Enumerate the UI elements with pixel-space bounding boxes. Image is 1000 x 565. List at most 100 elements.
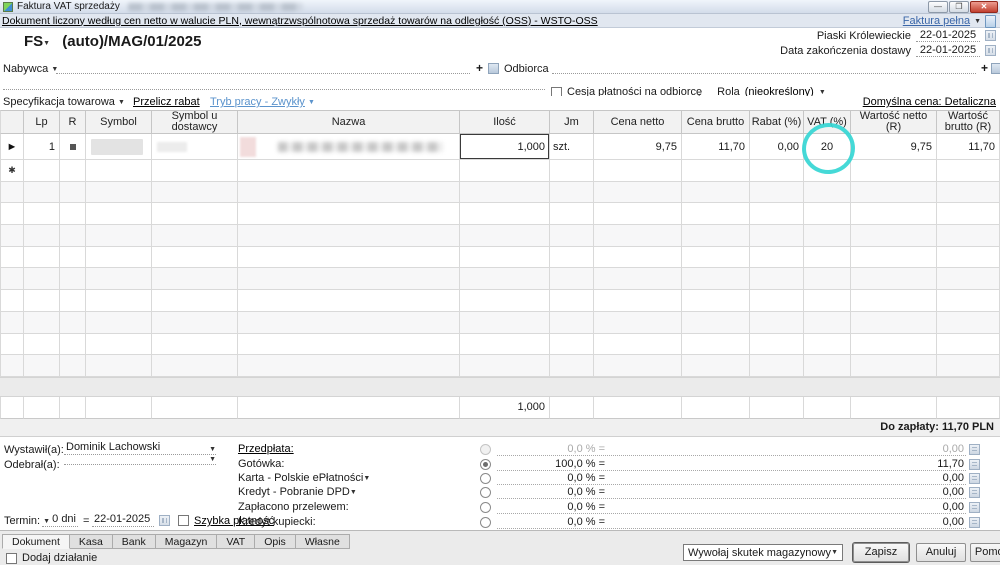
tab-bank[interactable]: Bank: [113, 534, 156, 549]
cell-qty[interactable]: 1,000: [460, 134, 550, 160]
receiver-field[interactable]: [552, 62, 976, 74]
cod-amount[interactable]: 0,00: [943, 486, 966, 498]
empty-row[interactable]: [0, 312, 1000, 334]
empty-row[interactable]: [0, 225, 1000, 247]
cell-supplier-symbol[interactable]: [152, 134, 238, 160]
transfer-radio[interactable]: [480, 502, 491, 513]
issued-by-dropdown-icon[interactable]: ▼: [209, 446, 216, 454]
received-by-dropdown-icon[interactable]: ▼: [209, 456, 216, 464]
add-buyer-button[interactable]: +: [476, 61, 483, 75]
add-action-checkbox[interactable]: [6, 553, 17, 564]
tab-dokument[interactable]: Dokument: [2, 534, 70, 549]
tab-magazyn[interactable]: Magazyn: [156, 534, 218, 549]
empty-row[interactable]: [0, 182, 1000, 204]
contacts-icon[interactable]: [991, 63, 1000, 74]
cell-gross-price[interactable]: 11,70: [682, 134, 750, 160]
save-button[interactable]: Zapisz: [853, 543, 909, 562]
default-price-link[interactable]: Domyślna cena: Detaliczna: [863, 96, 996, 108]
restore-button[interactable]: ❐: [949, 1, 969, 13]
add-receiver-button[interactable]: +: [981, 61, 988, 75]
empty-row[interactable]: [0, 290, 1000, 312]
tab-opis[interactable]: Opis: [255, 534, 296, 549]
card-percent[interactable]: 0,0 % =: [497, 472, 605, 484]
card-radio[interactable]: [480, 473, 491, 484]
warehouse-effect-select[interactable]: Wywołaj skutek magazynowy ▼: [683, 544, 843, 561]
calendar-icon[interactable]: [159, 515, 170, 526]
work-mode-link[interactable]: Tryb pracy - Zwykły: [210, 96, 305, 108]
empty-row[interactable]: [0, 334, 1000, 356]
empty-row[interactable]: [0, 247, 1000, 269]
cell-unit[interactable]: szt.: [550, 134, 594, 160]
role-dropdown-icon[interactable]: ▼: [819, 89, 826, 96]
issue-date-field[interactable]: 22-01-2025: [916, 29, 980, 42]
cell-discount[interactable]: 0,00: [750, 134, 804, 160]
term-label[interactable]: Termin:: [4, 515, 40, 527]
chevron-down-icon[interactable]: ▼: [974, 18, 981, 25]
calendar-icon[interactable]: [985, 45, 996, 56]
cod-percent[interactable]: 0,0 % =: [497, 486, 605, 498]
term-days-field[interactable]: 0 dni: [42, 513, 78, 527]
tab-wlasne[interactable]: Własne: [296, 534, 350, 549]
cod-dropdown-icon[interactable]: ▼: [350, 489, 357, 496]
card-amount[interactable]: 0,00: [943, 472, 966, 484]
cell-net-value[interactable]: 9,75: [851, 134, 937, 160]
calculator-icon[interactable]: [969, 517, 980, 528]
specification-dropdown-icon[interactable]: ▼: [118, 99, 125, 106]
cell-gross-value[interactable]: 11,70: [937, 134, 1000, 160]
calculator-icon[interactable]: [969, 502, 980, 513]
cell-reservation[interactable]: [60, 134, 86, 160]
empty-row[interactable]: [0, 355, 1000, 377]
credit-percent[interactable]: 0,0 % =: [497, 516, 605, 528]
delivery-end-date-field[interactable]: 22-01-2025: [916, 44, 980, 57]
prepayment-radio[interactable]: [480, 444, 491, 455]
info-bar: Dokument liczony według cen netto w walu…: [0, 14, 1000, 28]
specification-menu[interactable]: Specyfikacja towarowa: [3, 96, 115, 108]
tab-vat[interactable]: VAT: [217, 534, 255, 549]
help-button[interactable]: Pomoc: [970, 543, 1000, 562]
prepayment-amount[interactable]: 0,00: [943, 443, 966, 455]
cell-lp[interactable]: 1: [24, 134, 60, 160]
buyer-label[interactable]: Nabywca: [3, 63, 48, 75]
cell-symbol[interactable]: [86, 134, 152, 160]
cash-radio[interactable]: [480, 459, 491, 470]
calculator-icon[interactable]: [969, 459, 980, 470]
transfer-percent[interactable]: 0,0 % =: [497, 501, 605, 513]
empty-row[interactable]: [0, 203, 1000, 225]
calculator-icon[interactable]: [969, 473, 980, 484]
cell-net-price[interactable]: 9,75: [594, 134, 682, 160]
term-date-field[interactable]: 22-01-2025: [92, 513, 154, 527]
cod-radio[interactable]: [480, 487, 491, 498]
fast-payment-checkbox[interactable]: [178, 515, 189, 526]
doc-type-dropdown-icon[interactable]: ▼: [43, 40, 50, 47]
credit-amount[interactable]: 0,00: [943, 516, 966, 528]
received-by-combo[interactable]: ▼: [64, 456, 216, 465]
work-mode-dropdown-icon[interactable]: ▼: [308, 99, 315, 106]
recalc-discount-link[interactable]: Przelicz rabat: [133, 96, 200, 108]
payment-row-prepayment: Przedpłata: 0,0 % = 0,00: [238, 442, 980, 456]
cancel-button[interactable]: Anuluj: [916, 543, 966, 562]
transfer-amount[interactable]: 0,00: [943, 501, 966, 513]
buyer-address-field[interactable]: [3, 78, 545, 90]
minimize-button[interactable]: —: [928, 1, 948, 13]
header-gross-value: Wartość brutto (R): [937, 110, 1000, 134]
cash-percent[interactable]: 100,0 % =: [497, 458, 605, 470]
tab-kasa[interactable]: Kasa: [70, 534, 113, 549]
calculator-icon[interactable]: [969, 444, 980, 455]
document-icon[interactable]: [985, 15, 996, 28]
calendar-icon[interactable]: [985, 30, 996, 41]
cell-name[interactable]: [238, 134, 460, 160]
card-dropdown-icon[interactable]: ▼: [363, 475, 370, 482]
buyer-field[interactable]: [56, 62, 470, 74]
prepayment-link[interactable]: Przedpłata:: [238, 443, 480, 455]
contacts-icon[interactable]: [488, 63, 499, 74]
full-invoice-link[interactable]: Faktura pełna: [903, 15, 970, 27]
close-button[interactable]: ✕: [970, 1, 998, 13]
cash-amount[interactable]: 11,70: [937, 458, 966, 470]
credit-radio[interactable]: [480, 517, 491, 528]
empty-row[interactable]: [0, 268, 1000, 290]
issued-by-combo[interactable]: Dominik Lachowski ▼: [64, 441, 216, 455]
header-supplier-symbol: Symbol u dostawcy: [152, 110, 238, 134]
prepayment-percent[interactable]: 0,0 % =: [497, 443, 605, 455]
document-mode-link[interactable]: Dokument liczony według cen netto w walu…: [2, 15, 598, 27]
calculator-icon[interactable]: [969, 487, 980, 498]
